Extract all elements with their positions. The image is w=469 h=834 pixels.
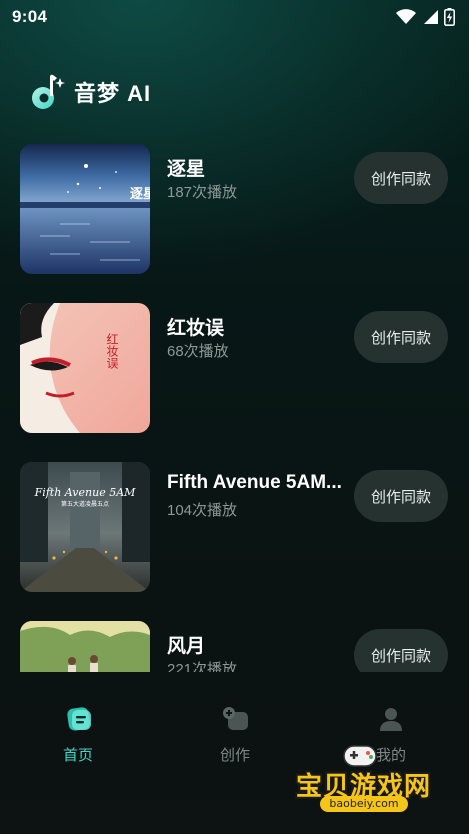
cover-title-text: Fifth Avenue 5AM: [34, 486, 137, 499]
song-cover[interactable]: 红妆误: [20, 303, 150, 433]
signal-icon: [424, 10, 438, 24]
status-time: 9:04: [12, 7, 48, 26]
tab-home[interactable]: 首页: [28, 702, 128, 768]
song-list[interactable]: 逐星 逐星 187次播放 创作同款 红妆误 红妆误 68次播放 创作同款 Fif…: [0, 144, 469, 672]
song-cover[interactable]: Fifth Avenue 5AM 第五大道凌晨五点: [20, 462, 150, 592]
wifi-icon: [396, 9, 416, 24]
play-count: 68次播放: [167, 343, 229, 360]
battery-charging-icon: [444, 8, 455, 26]
create-icon: [223, 707, 248, 730]
status-icons: [396, 8, 455, 26]
home-icon: [67, 707, 91, 731]
watermark-logo: 宝贝游戏网 baobeiy.com: [290, 740, 440, 820]
cover-title-text: 红妆误: [105, 332, 119, 370]
cover-garden-scene: [20, 621, 150, 672]
brand-header: 音梦 AI: [30, 72, 151, 112]
song-title: 红妆误: [167, 318, 225, 339]
tab-create[interactable]: 创作: [185, 702, 285, 768]
song-title: 风月: [167, 636, 206, 657]
create-similar-button[interactable]: 创作同款: [354, 629, 448, 672]
song-title: Fifth Avenue 5AM...: [167, 472, 342, 493]
song-title: 逐星: [167, 159, 206, 180]
brand-name: 音梦 AI: [74, 81, 152, 106]
cover-opera-face: 红妆误: [20, 303, 150, 433]
status-bar: 9:04: [0, 0, 469, 34]
create-similar-button[interactable]: 创作同款: [354, 311, 448, 363]
song-item[interactable]: 逐星 逐星 187次播放 创作同款: [20, 144, 450, 274]
cover-night-lake: 逐星: [20, 144, 150, 274]
create-similar-button[interactable]: 创作同款: [354, 152, 448, 204]
song-item[interactable]: Fifth Avenue 5AM 第五大道凌晨五点 Fifth Avenue 5…: [20, 462, 450, 592]
tab-label: 创作: [219, 747, 250, 764]
profile-icon: [380, 708, 402, 731]
tab-label: 首页: [62, 747, 93, 764]
cover-city-street: Fifth Avenue 5AM 第五大道凌晨五点: [20, 462, 150, 592]
create-similar-button[interactable]: 创作同款: [354, 470, 448, 522]
music-note-logo: [32, 74, 65, 109]
song-item[interactable]: 风月 221次播放 创作同款: [20, 621, 450, 672]
cover-title-text: 逐星: [130, 187, 150, 202]
play-count: 221次播放: [167, 661, 238, 672]
play-count: 187次播放: [167, 184, 238, 201]
play-count: 104次播放: [167, 502, 238, 519]
song-cover[interactable]: [20, 621, 150, 672]
watermark-url: baobeiy.com: [320, 796, 408, 812]
song-item[interactable]: 红妆误 红妆误 68次播放 创作同款: [20, 303, 450, 433]
song-cover[interactable]: 逐星: [20, 144, 150, 274]
cover-subtitle-text: 第五大道凌晨五点: [61, 500, 109, 508]
